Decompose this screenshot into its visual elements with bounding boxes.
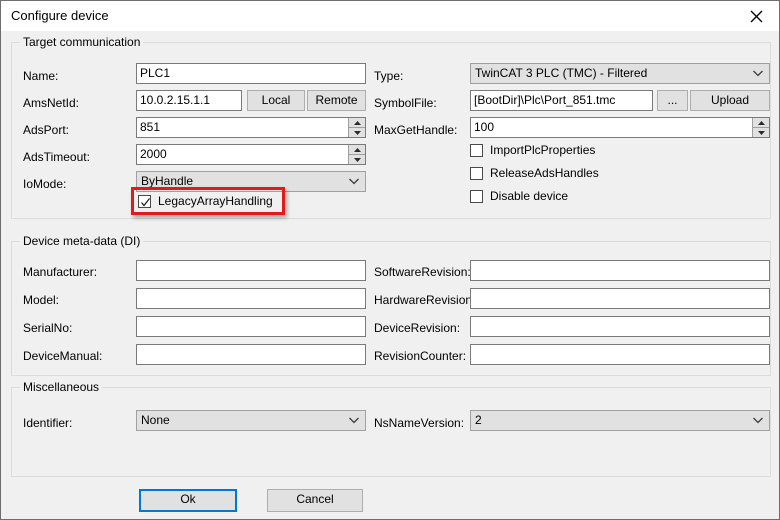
hardware-revision-input[interactable]	[470, 288, 770, 309]
manufacturer-label: Manufacturer:	[23, 265, 98, 279]
spin-up-icon[interactable]	[753, 118, 769, 128]
legacy-array-handling-checkbox[interactable]: LegacyArrayHandling	[138, 193, 273, 209]
model-label: Model:	[23, 293, 60, 307]
name-label: Name:	[23, 69, 59, 83]
device-manual-input[interactable]	[136, 344, 366, 365]
hardware-revision-label: HardwareRevision:	[374, 293, 476, 307]
ads-port-value: 851	[140, 120, 161, 134]
revision-counter-input[interactable]	[470, 344, 770, 365]
ads-port-spin-buttons[interactable]	[348, 118, 365, 137]
spin-down-icon[interactable]	[349, 128, 365, 137]
chevron-down-icon	[753, 417, 763, 425]
target-communication-group-label: Target communication	[20, 35, 144, 49]
max-get-handle-stepper[interactable]: 100	[470, 117, 770, 138]
configure-device-dialog: Configure device Target communication Na…	[0, 0, 780, 520]
ns-name-version-value: 2	[475, 413, 482, 427]
name-input[interactable]: PLC1	[136, 63, 366, 84]
miscellaneous-group-label: Miscellaneous	[20, 380, 103, 394]
title-bar: Configure device	[1, 1, 779, 31]
max-get-handle-spin-buttons[interactable]	[752, 118, 769, 137]
ads-timeout-value: 2000	[140, 147, 167, 161]
import-plc-properties-label: ImportPlcProperties	[490, 143, 596, 157]
software-revision-input[interactable]	[470, 260, 770, 281]
manufacturer-input[interactable]	[136, 260, 366, 281]
model-input[interactable]	[136, 288, 366, 309]
symbol-file-label: SymbolFile:	[374, 96, 437, 110]
identifier-value: None	[141, 413, 170, 427]
type-dropdown[interactable]: TwinCAT 3 PLC (TMC) - Filtered	[470, 63, 770, 84]
close-icon[interactable]	[733, 1, 779, 31]
ads-port-label: AdsPort:	[23, 123, 70, 137]
chevron-down-icon	[349, 417, 359, 425]
symbol-file-input[interactable]: [BootDir]\Plc\Port_851.tmc	[470, 90, 653, 111]
miscellaneous-group: Miscellaneous	[11, 380, 771, 477]
spin-up-icon[interactable]	[349, 118, 365, 128]
identifier-label: Identifier:	[23, 416, 73, 430]
serial-no-input[interactable]	[136, 316, 366, 337]
ns-name-version-dropdown[interactable]: 2	[470, 410, 770, 431]
release-ads-handles-label: ReleaseAdsHandles	[490, 166, 599, 180]
device-metadata-group-label: Device meta-data (DI)	[20, 234, 144, 248]
spin-down-icon[interactable]	[349, 155, 365, 164]
checkbox-box-unchecked	[470, 189, 483, 203]
cancel-button[interactable]: Cancel	[267, 489, 363, 512]
max-get-handle-label: MaxGetHandle:	[374, 123, 458, 137]
upload-button[interactable]: Upload	[690, 90, 770, 111]
local-button[interactable]: Local	[247, 90, 305, 111]
device-revision-input[interactable]	[470, 316, 770, 337]
type-value: TwinCAT 3 PLC (TMC) - Filtered	[475, 66, 648, 80]
chevron-down-icon	[349, 178, 359, 186]
io-mode-label: IoMode:	[23, 177, 67, 191]
ok-button[interactable]: Ok	[139, 489, 237, 512]
serial-no-label: SerialNo:	[23, 321, 73, 335]
release-ads-handles-checkbox[interactable]: ReleaseAdsHandles	[470, 165, 599, 181]
disable-device-label: Disable device	[490, 189, 569, 203]
ams-net-id-label: AmsNetId:	[23, 96, 80, 110]
checkbox-box-unchecked	[470, 166, 483, 180]
checkbox-box-checked	[138, 194, 151, 208]
software-revision-label: SoftwareRevision:	[374, 265, 471, 279]
max-get-handle-value: 100	[474, 120, 495, 134]
io-mode-dropdown[interactable]: ByHandle	[136, 171, 366, 192]
spin-up-icon[interactable]	[349, 145, 365, 155]
identifier-dropdown[interactable]: None	[136, 410, 366, 431]
revision-counter-label: RevisionCounter:	[374, 349, 467, 363]
import-plc-properties-checkbox[interactable]: ImportPlcProperties	[470, 142, 595, 158]
legacy-array-handling-label: LegacyArrayHandling	[158, 194, 273, 208]
ns-name-version-label: NsNameVersion:	[374, 416, 465, 430]
remote-button[interactable]: Remote	[307, 90, 366, 111]
ams-net-id-input[interactable]: 10.0.2.15.1.1	[136, 90, 242, 111]
ads-timeout-spin-buttons[interactable]	[348, 145, 365, 164]
ads-timeout-label: AdsTimeout:	[23, 150, 90, 164]
device-revision-label: DeviceRevision:	[374, 321, 461, 335]
chevron-down-icon	[753, 70, 763, 78]
type-label: Type:	[374, 69, 404, 83]
browse-button[interactable]: ...	[657, 90, 688, 111]
disable-device-checkbox[interactable]: Disable device	[470, 188, 568, 204]
spin-down-icon[interactable]	[753, 128, 769, 137]
ads-port-stepper[interactable]: 851	[136, 117, 366, 138]
window-title: Configure device	[11, 8, 109, 23]
io-mode-value: ByHandle	[141, 174, 194, 188]
ads-timeout-stepper[interactable]: 2000	[136, 144, 366, 165]
checkbox-box-unchecked	[470, 143, 483, 157]
device-manual-label: DeviceManual:	[23, 349, 103, 363]
